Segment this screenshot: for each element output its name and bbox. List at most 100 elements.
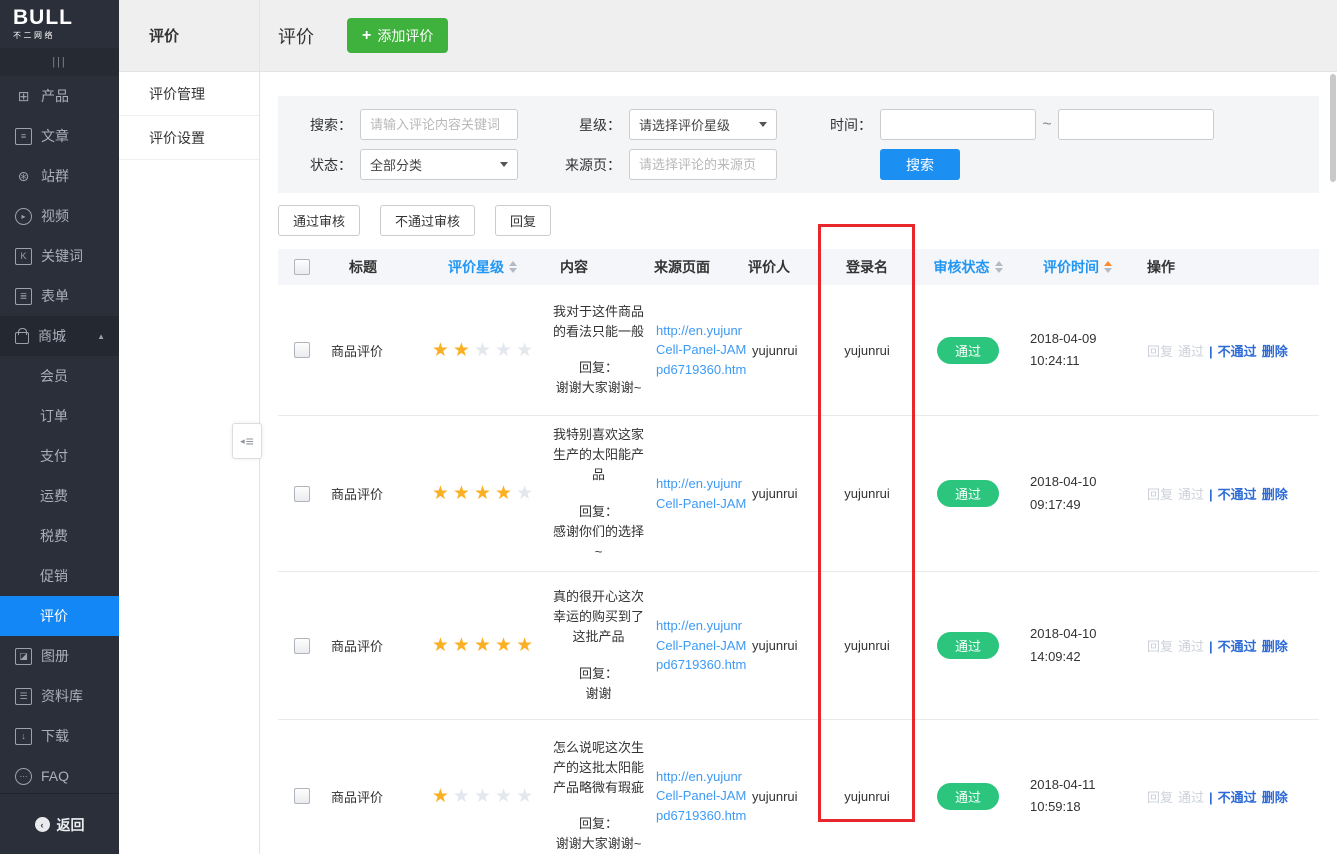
bulk-reply-button[interactable]: 回复 (495, 205, 551, 236)
faq-icon: ⋯ (15, 768, 32, 785)
sidebar-item-promotion[interactable]: 促销 (0, 556, 119, 596)
sidebar-item-faq[interactable]: ⋯FAQ (0, 756, 119, 796)
reply-label: 回复： (551, 664, 647, 684)
sidebar-item-keywords[interactable]: K关键词 (0, 236, 119, 276)
star-filled-icon: ★ (432, 787, 449, 806)
bulk-reject-button[interactable]: 不通过审核 (380, 205, 475, 236)
action-delete-link[interactable]: 删除 (1262, 487, 1288, 502)
action-separator: | (1209, 639, 1213, 654)
scrollbar-thumb[interactable] (1330, 74, 1336, 182)
add-review-button[interactable]: + 添加评价 (347, 18, 448, 53)
action-delete-link[interactable]: 删除 (1262, 790, 1288, 805)
column-header-login: 登录名 (818, 249, 916, 285)
search-button[interactable]: 搜索 (880, 149, 960, 180)
sort-carets-icon[interactable] (509, 261, 517, 273)
sidebar-item-gallery[interactable]: ◪图册 (0, 636, 119, 676)
panel-collapse-button[interactable]: ◂ ≡ (232, 423, 262, 459)
sidebar-item-label: 视频 (41, 206, 69, 226)
bulk-approve-button[interactable]: 通过审核 (278, 205, 360, 236)
status-filter-select[interactable]: 全部分类 (360, 149, 518, 180)
action-approve-link: 通过 (1178, 790, 1204, 805)
sidebar-collapse-handle-icon[interactable]: ||| (0, 48, 119, 76)
action-reply-link: 回复 (1147, 344, 1173, 359)
sidebar-item-back[interactable]: ‹ 返回 (0, 793, 119, 854)
action-reject-link[interactable]: 不通过 (1218, 487, 1257, 502)
sidebar-item-library[interactable]: ☰资料库 (0, 676, 119, 716)
sidebar-item-videos[interactable]: ▸视频 (0, 196, 119, 236)
source-page-input[interactable] (629, 149, 777, 180)
star-rating: ★★★★★ (432, 484, 533, 503)
action-delete-link[interactable]: 删除 (1262, 639, 1288, 654)
row-title: 商品评价 (325, 341, 420, 360)
star-filter-select[interactable]: 请选择评价星级 (629, 109, 777, 140)
status-badge: 通过 (937, 783, 999, 810)
action-reject-link[interactable]: 不通过 (1218, 344, 1257, 359)
source-page-link[interactable]: http://en.yujunrCell-Panel-JAMpd6719360.… (656, 321, 748, 380)
action-reply-link: 回复 (1147, 790, 1173, 805)
sort-carets-icon[interactable] (1104, 261, 1112, 273)
star-empty-icon: ★ (453, 787, 470, 806)
sidebar-item-sites[interactable]: ⊛ 站群 (0, 156, 119, 196)
column-header-stars[interactable]: 评价星级 (420, 249, 545, 285)
action-reject-link[interactable]: 不通过 (1218, 639, 1257, 654)
column-header-label: 审核状态 (934, 257, 990, 277)
sidebar-item-download[interactable]: ↓下载 (0, 716, 119, 756)
sort-carets-icon[interactable] (995, 261, 1003, 273)
row-checkbox[interactable] (294, 342, 310, 358)
sidebar-item-label: 运费 (40, 486, 68, 506)
star-filled-icon: ★ (432, 341, 449, 360)
logo[interactable]: BULL 不二网络 (0, 0, 119, 48)
star-filled-icon: ★ (495, 636, 512, 655)
search-input[interactable] (360, 109, 518, 140)
row-checkbox[interactable] (294, 788, 310, 804)
sidebar-item-articles[interactable]: ≡文章 (0, 116, 119, 156)
sidebar-item-payment[interactable]: 支付 (0, 436, 119, 476)
source-link-line: http://en.yujunr (656, 767, 748, 787)
sidebar-item-members[interactable]: 会员 (0, 356, 119, 396)
select-all-checkbox[interactable] (294, 259, 310, 275)
status-filter-value: 全部分类 (370, 155, 422, 174)
sidebar-item-label: 订单 (40, 406, 68, 426)
sidebar-item-mall[interactable]: 商城▲ (0, 316, 119, 356)
source-page-link[interactable]: http://en.yujunrCell-Panel-JAM (656, 474, 748, 513)
source-page-link[interactable]: http://en.yujunrCell-Panel-JAMpd6719360.… (656, 767, 748, 826)
site-group-icon: ⊛ (15, 168, 32, 185)
table-row: 商品评价★★★★★怎么说呢这次生产的这批太阳能产品略微有瑕疵回复：谢谢大家谢谢~… (278, 720, 1319, 854)
sidebar-item-products[interactable]: ⊞产品 (0, 76, 119, 116)
sidebar-item-shipping[interactable]: 运费 (0, 476, 119, 516)
reviewer-name: yujunrui (748, 486, 818, 501)
star-empty-icon: ★ (516, 484, 533, 503)
logo-text: BULL (13, 7, 119, 28)
action-reject-link[interactable]: 不通过 (1218, 790, 1257, 805)
sidebar-item-reviews[interactable]: 评价 (0, 596, 119, 636)
column-header-time[interactable]: 评价时间 (1020, 249, 1135, 285)
sort-asc-icon (509, 261, 517, 266)
source-page-link[interactable]: http://en.yujunrCell-Panel-JAMpd6719360.… (656, 616, 748, 675)
action-delete-link[interactable]: 删除 (1262, 344, 1288, 359)
review-date: 2018-04-11 (1030, 774, 1135, 796)
subnav-item-settings[interactable]: 评价设置 (119, 116, 259, 160)
column-header-status[interactable]: 审核状态 (916, 249, 1020, 285)
time-from-input[interactable] (880, 109, 1036, 140)
source-link-line: Cell-Panel-JAM (656, 786, 748, 806)
sidebar-item-label: 文章 (41, 126, 69, 146)
status-badge: 通过 (937, 632, 999, 659)
sidebar-item-orders[interactable]: 订单 (0, 396, 119, 436)
row-checkbox[interactable] (294, 638, 310, 654)
action-reply-link: 回复 (1147, 487, 1173, 502)
review-time: 2018-04-1110:59:18 (1030, 774, 1135, 818)
sidebar-item-label: 站群 (41, 166, 69, 186)
library-icon: ☰ (15, 688, 32, 705)
source-link-line: Cell-Panel-JAM (656, 340, 748, 360)
table-body: 商品评价★★★★★我对于这件商品的看法只能一般回复：谢谢大家谢谢~http://… (278, 285, 1319, 854)
sort-desc-icon (1104, 268, 1112, 273)
subnav-item-manage[interactable]: 评价管理 (119, 72, 259, 116)
time-to-input[interactable] (1058, 109, 1214, 140)
sidebar-item-forms[interactable]: ≣表单 (0, 276, 119, 316)
sidebar-item-label: 促销 (40, 566, 68, 586)
row-checkbox[interactable] (294, 486, 310, 502)
plus-icon: + (362, 27, 371, 45)
bulk-actions: 通过审核 不通过审核 回复 (278, 205, 1319, 236)
sidebar-item-tax[interactable]: 税费 (0, 516, 119, 556)
table-header-row: 标题评价星级内容来源页面评价人登录名审核状态评价时间操作 (278, 249, 1319, 285)
